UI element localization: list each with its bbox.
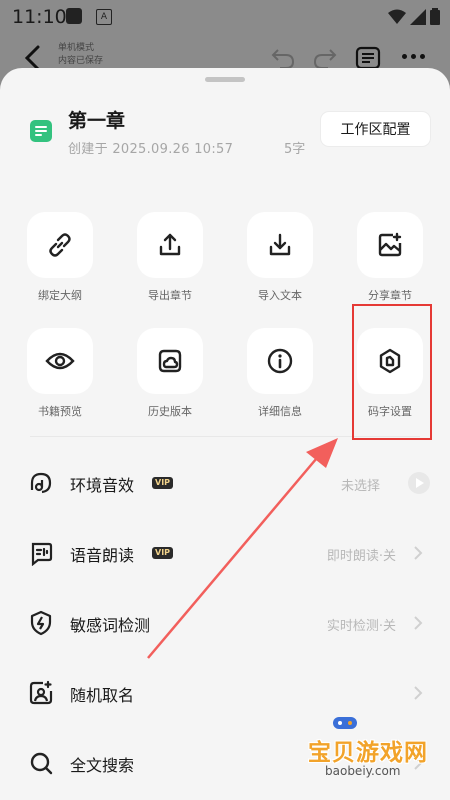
action-label: 历史版本 bbox=[148, 405, 192, 418]
status-time: 11:10 bbox=[12, 6, 67, 28]
history-icon bbox=[158, 349, 182, 373]
play-preview-icon[interactable] bbox=[408, 472, 430, 494]
eye-icon bbox=[45, 352, 75, 370]
signal-icon bbox=[410, 8, 426, 25]
action-label: 绑定大纲 bbox=[38, 289, 82, 302]
save-status: 单机模式 内容已保存 bbox=[58, 42, 103, 68]
sheet-drag-handle[interactable] bbox=[205, 77, 245, 82]
battery-icon bbox=[430, 8, 440, 25]
document-icon bbox=[30, 120, 52, 142]
action-label: 导入文本 bbox=[258, 289, 302, 302]
voice-read-row[interactable]: 语音朗读 VIP 即时朗读·关 bbox=[0, 518, 450, 588]
watermark-gamepad-logo bbox=[333, 717, 357, 729]
action-label: 分享章节 bbox=[368, 289, 412, 302]
ambient-sound-row[interactable]: 环境音效 VIP 未选择 bbox=[0, 448, 450, 518]
highlight-box bbox=[352, 304, 432, 440]
outline-list-icon[interactable] bbox=[355, 46, 381, 70]
chapter-title: 第一章 bbox=[68, 110, 126, 132]
setting-label: 语音朗读 bbox=[70, 546, 135, 565]
undo-icon[interactable] bbox=[270, 46, 296, 70]
action-label: 详细信息 bbox=[258, 405, 302, 418]
setting-label: 敏感词检测 bbox=[70, 616, 151, 635]
redo-icon[interactable] bbox=[312, 46, 338, 70]
import-icon bbox=[269, 233, 291, 256]
action-label: 导出章节 bbox=[148, 289, 192, 302]
notification-square-icon bbox=[66, 8, 82, 24]
watermark-url: baobeiy.com bbox=[325, 764, 401, 778]
chevron-right-icon bbox=[414, 546, 423, 560]
watermark-text: 宝贝游戏网 bbox=[308, 740, 428, 766]
info-icon bbox=[267, 348, 293, 374]
detail-info-button[interactable]: 详细信息 bbox=[235, 328, 325, 419]
saved-hint: 内容已保存 bbox=[58, 56, 104, 66]
sensitive-word-row[interactable]: 敏感词检测 实时检测·关 bbox=[0, 588, 450, 658]
export-chapter-button[interactable]: 导出章节 bbox=[125, 212, 215, 303]
setting-value: 实时检测·关 bbox=[326, 619, 396, 634]
chapter-created: 创建于 2025.09.26 10:57 bbox=[68, 142, 234, 157]
ambient-sound-icon bbox=[30, 472, 52, 494]
history-version-button[interactable]: 历史版本 bbox=[125, 328, 215, 419]
link-icon bbox=[49, 233, 71, 257]
chevron-right-icon bbox=[414, 686, 423, 700]
action-label: 书籍预览 bbox=[38, 405, 82, 418]
vip-badge: VIP bbox=[152, 547, 174, 559]
random-name-icon bbox=[29, 680, 53, 705]
workspace-config-button[interactable]: 工作区配置 bbox=[321, 112, 430, 146]
setting-value: 即时朗读·关 bbox=[326, 549, 396, 564]
random-name-row[interactable]: 随机取名 bbox=[0, 658, 450, 728]
bind-outline-button[interactable]: 绑定大纲 bbox=[15, 212, 105, 303]
chapter-word-count: 5字 bbox=[284, 142, 306, 157]
share-image-icon bbox=[378, 232, 402, 257]
mode-hint: 单机模式 bbox=[58, 43, 95, 53]
more-options-icon[interactable] bbox=[402, 54, 425, 59]
wifi-icon bbox=[388, 9, 406, 24]
share-chapter-button[interactable]: 分享章节 bbox=[345, 212, 435, 303]
setting-value: 未选择 bbox=[340, 479, 380, 494]
voice-read-icon bbox=[31, 542, 53, 566]
setting-label: 随机取名 bbox=[70, 686, 135, 705]
vip-badge: VIP bbox=[152, 477, 174, 489]
app-indicator-icon: A bbox=[96, 9, 112, 25]
shield-bolt-icon bbox=[30, 610, 52, 636]
status-bar: 11:10 A bbox=[0, 0, 450, 34]
search-icon bbox=[30, 752, 53, 775]
import-text-button[interactable]: 导入文本 bbox=[235, 212, 325, 303]
setting-label: 全文搜索 bbox=[70, 756, 135, 775]
setting-label: 环境音效 bbox=[70, 476, 135, 495]
chevron-right-icon bbox=[414, 616, 423, 630]
book-preview-button[interactable]: 书籍预览 bbox=[15, 328, 105, 419]
export-icon bbox=[159, 233, 181, 256]
